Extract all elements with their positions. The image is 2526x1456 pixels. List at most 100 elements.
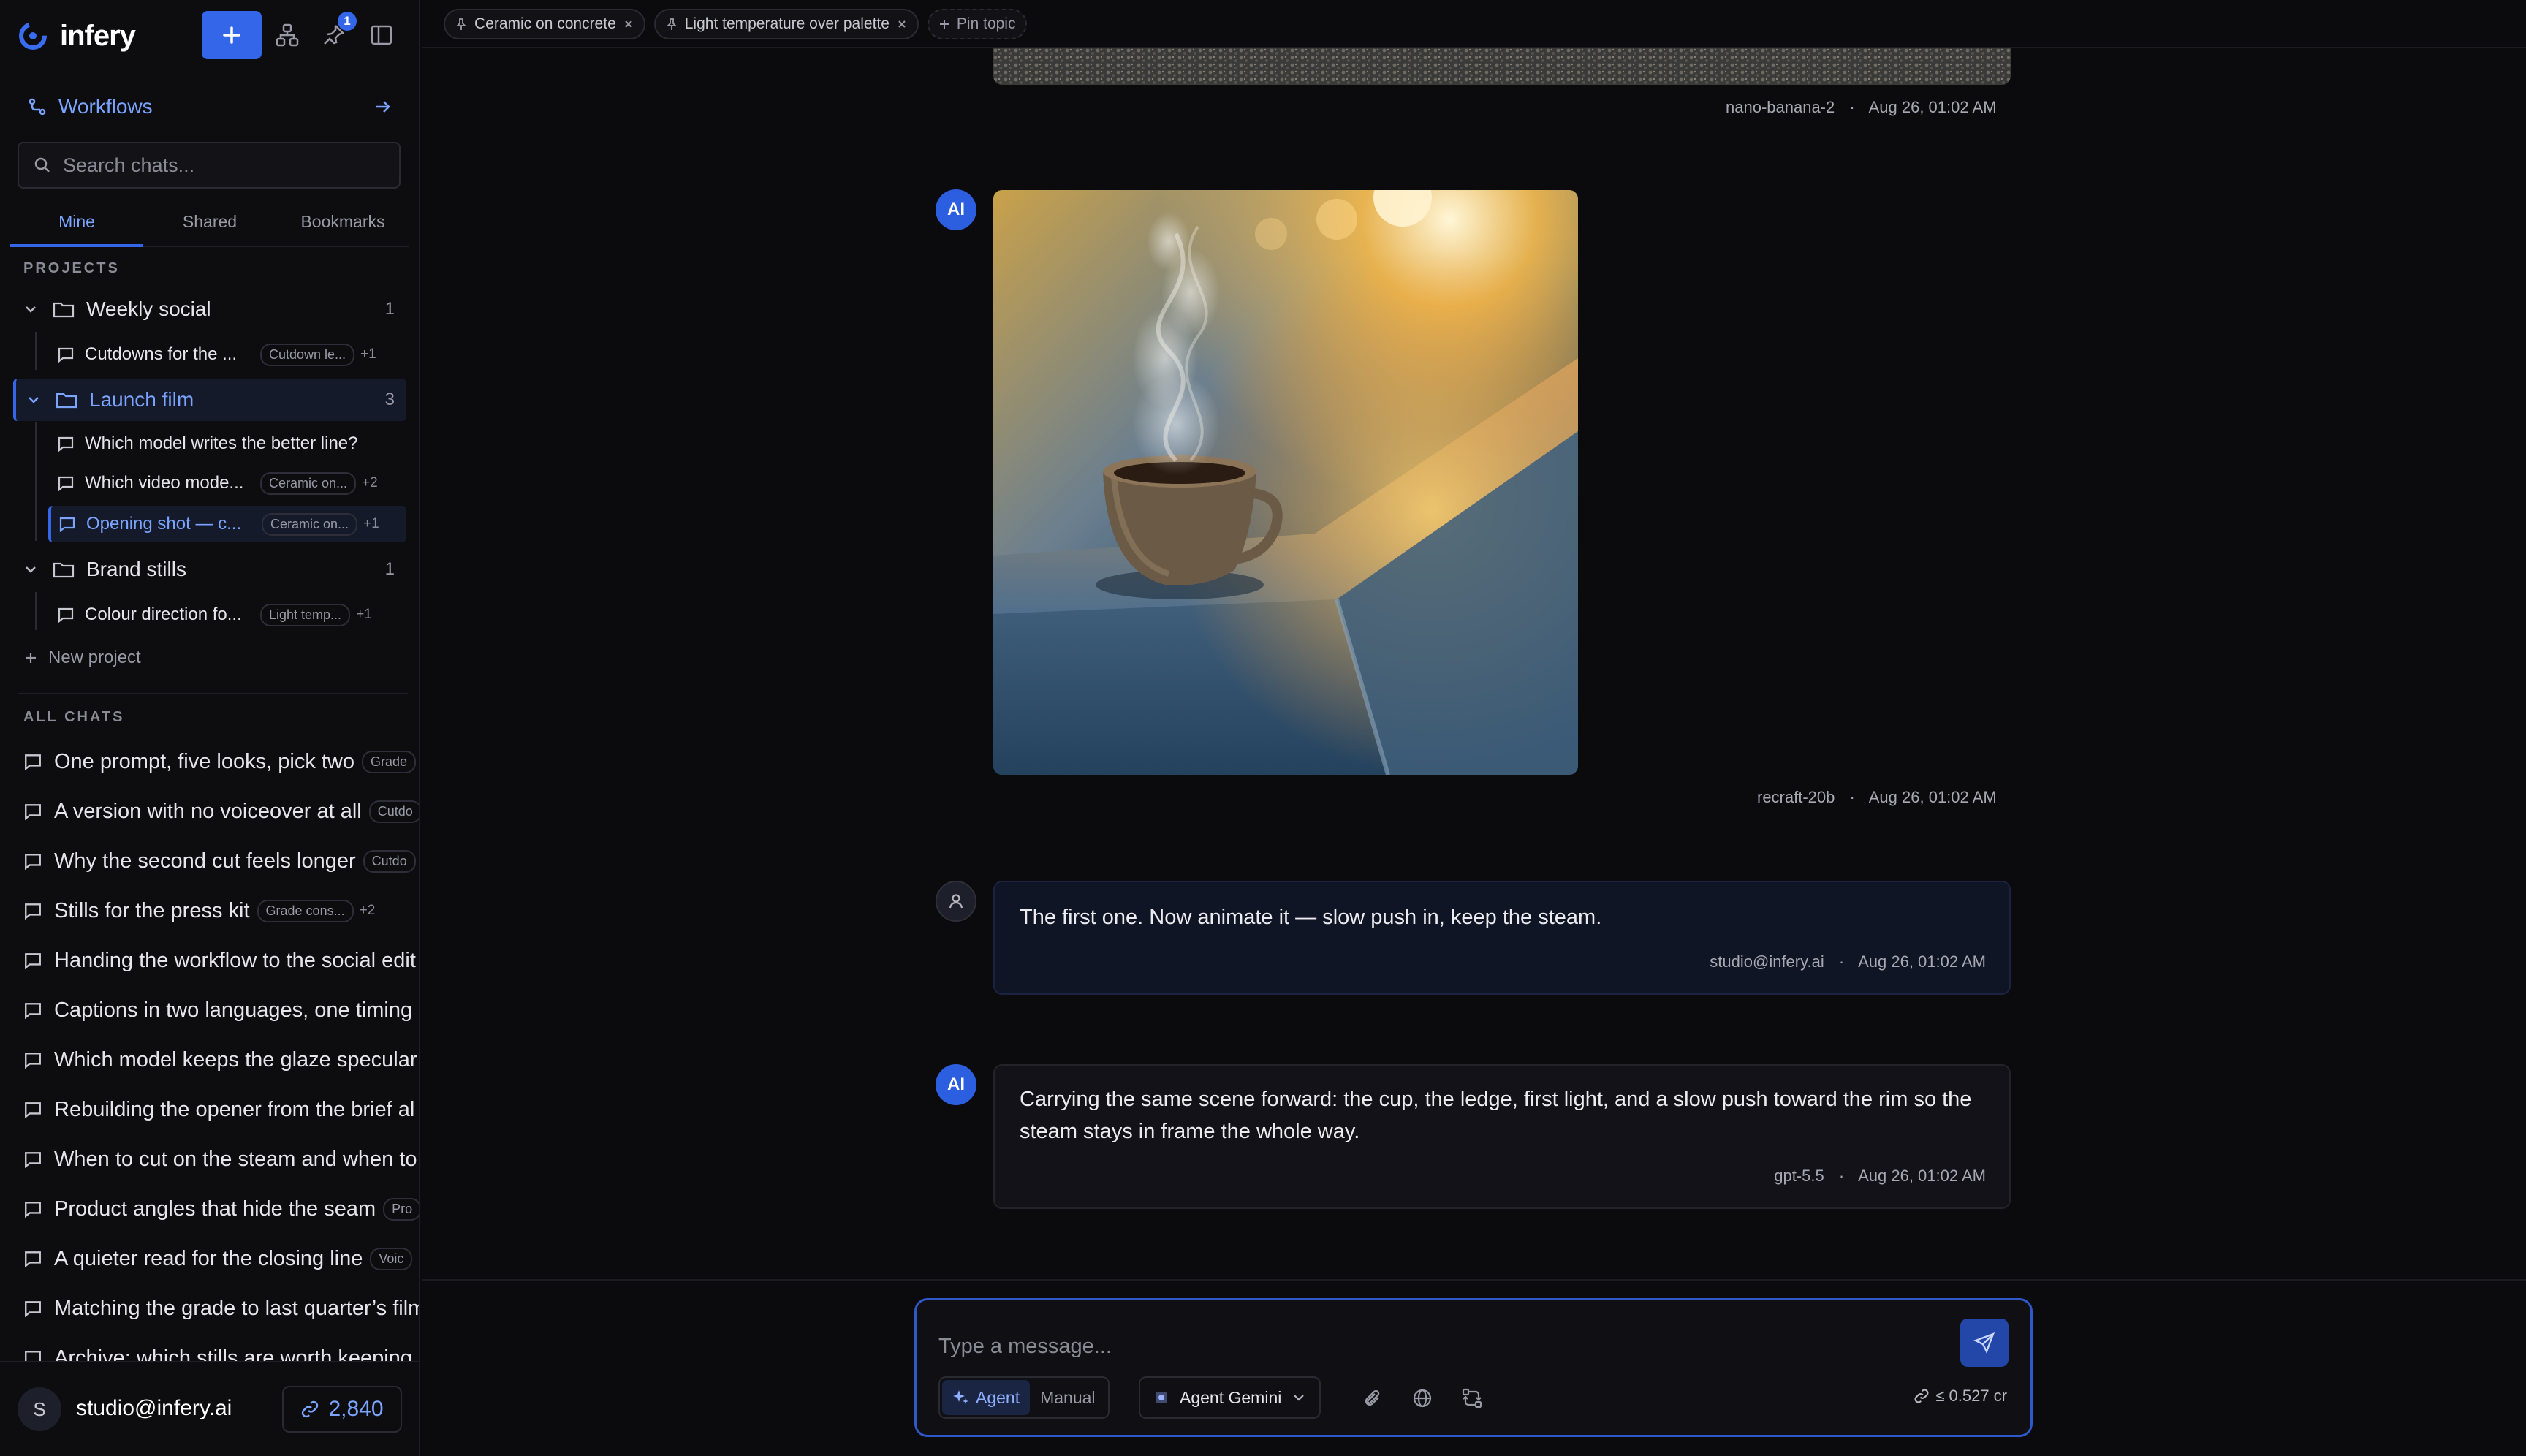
chat-list-item[interactable]: Rebuilding the opener from the brief al [23, 1089, 419, 1130]
chat-list-item[interactable]: One prompt, five looks, pick two Grade [23, 741, 419, 782]
chat-title: Rebuilding the opener from the brief al [54, 1097, 415, 1121]
cost-value: ≤ 0.527 cr [1935, 1387, 2007, 1405]
user-bar: S studio@infery.ai 2,840 [0, 1361, 419, 1456]
chat-list-item[interactable]: Which model keeps the glaze specular [23, 1039, 419, 1080]
meta-separator: · [1849, 98, 1855, 116]
web-search-button[interactable] [1409, 1385, 1435, 1411]
chat-list-item[interactable]: Captions in two languages, one timing [23, 990, 419, 1031]
chat-title: Why the second cut feels longer [54, 849, 356, 873]
cost-estimate: ≤ 0.527 cr [1914, 1387, 2007, 1406]
chat-list-item[interactable]: Matching the grade to last quarter’s fil… [23, 1288, 420, 1329]
swap-button[interactable] [1459, 1385, 1485, 1411]
meta-time: Aug 26, 01:02 AM [1858, 1167, 1986, 1185]
chat-title: Matching the grade to last quarter’s fil… [54, 1296, 420, 1320]
plus-icon [939, 20, 949, 29]
chat-icon [25, 804, 41, 821]
coffee-cup-image [993, 190, 1578, 775]
ai-avatar: AI [936, 189, 976, 230]
chat-list-item[interactable]: Stills for the press kit Grade cons... +2 [23, 890, 419, 931]
chat-list-item[interactable]: A quieter read for the closing line Voic [23, 1238, 419, 1279]
chat-list-item[interactable]: When to cut on the steam and when to [23, 1139, 419, 1180]
chat-tag: Grade [362, 750, 417, 773]
gemini-icon [1156, 1392, 1167, 1403]
chevron-down-icon [1294, 1395, 1305, 1401]
message-meta: recraft-20b · Aug 26, 01:02 AM [1757, 788, 1997, 807]
chat-tag: Grade cons... [257, 899, 354, 922]
mode-toggle: Agent Manual [938, 1376, 1110, 1419]
model-select[interactable]: Agent Gemini [1139, 1376, 1321, 1419]
close-icon[interactable] [623, 19, 634, 29]
chat-title: Archive: which stills are worth keeping [54, 1346, 412, 1362]
user-icon [949, 894, 963, 909]
chat-list-item[interactable]: Why the second cut feels longer Cutdo [23, 841, 419, 881]
meta-model: recraft-20b [1757, 788, 1835, 806]
meta-time: Aug 26, 01:02 AM [1868, 98, 1997, 116]
generated-image-previous[interactable] [993, 48, 2011, 85]
chat-list-item[interactable]: Handing the workflow to the social edit [23, 940, 419, 981]
close-icon[interactable] [897, 19, 907, 29]
link-icon [1914, 1389, 1929, 1403]
chat-list-item[interactable]: Product angles that hide the seam Pro [23, 1188, 419, 1229]
meta-model: gpt-5.5 [1774, 1167, 1824, 1185]
composer: Agent Manual Agent Gemini ≤ 0.527 cr [914, 1298, 2033, 1437]
pin-topic-label: Pin topic [956, 15, 1016, 32]
chat-icon [25, 1053, 41, 1069]
generated-image[interactable] [993, 190, 1578, 775]
chat-tag: Pro [383, 1197, 419, 1221]
chat-icon [25, 1003, 41, 1020]
pinned-topic-label: Light temperature over palette [684, 15, 890, 32]
chat-icon [25, 1152, 41, 1169]
ai-avatar: AI [936, 1064, 976, 1105]
chat-title: Which model keeps the glaze specular [54, 1047, 417, 1072]
meta-separator: · [1838, 1167, 1845, 1185]
attach-button[interactable] [1359, 1385, 1386, 1411]
chat-icon [25, 754, 41, 771]
model-select-label: Agent Gemini [1180, 1387, 1282, 1407]
chat-icon [25, 1251, 41, 1268]
chat-title: Handing the workflow to the social edit [54, 948, 416, 972]
send-icon [1973, 1332, 1995, 1354]
mode-agent[interactable]: Agent [942, 1380, 1031, 1415]
chat-title: When to cut on the steam and when to [54, 1147, 417, 1171]
message-text: Carrying the same scene forward: the cup… [1020, 1088, 1972, 1143]
sparkle-icon [953, 1390, 968, 1404]
meta-time: Aug 26, 01:02 AM [1868, 788, 1997, 806]
message-meta: studio@infery.ai · Aug 26, 01:02 AM [1710, 952, 1986, 971]
meta-author: studio@infery.ai [1710, 952, 1824, 971]
chat-title: A quieter read for the closing line [54, 1246, 363, 1270]
chat-title: Captions in two languages, one timing [54, 998, 413, 1022]
chat-main: Ceramic on concrete Light temperature ov… [422, 0, 2526, 1456]
chat-tag: Cutdo [363, 849, 416, 873]
sidebar: infery 1 Workflows Min [0, 0, 420, 1456]
credits-button[interactable]: 2,840 [282, 1386, 402, 1433]
message-input[interactable] [938, 1328, 1918, 1365]
chat-tag: Voic [370, 1247, 413, 1270]
pinned-topic-chip[interactable]: Light temperature over palette [653, 9, 919, 39]
pinned-topic-label: Ceramic on concrete [474, 15, 616, 32]
chat-icon [25, 903, 41, 920]
pin-topic-button[interactable]: Pin topic [927, 9, 1028, 39]
chat-icon [25, 1301, 41, 1318]
meta-separator: · [1838, 952, 1845, 971]
chat-list-item[interactable]: A version with no voiceover at all Cutdo [23, 791, 419, 832]
chat-list-item[interactable]: Archive: which stills are worth keeping [23, 1338, 419, 1362]
credits-value: 2,840 [328, 1397, 384, 1421]
user-email[interactable]: studio@infery.ai [76, 1396, 232, 1421]
send-button[interactable] [1960, 1319, 2009, 1367]
pin-icon [666, 18, 677, 30]
avatar[interactable]: S [18, 1387, 61, 1431]
chat-icon [25, 854, 41, 871]
all-chats-list: One prompt, five looks, pick two Grade A v… [0, 0, 420, 1362]
meta-separator: · [1849, 788, 1855, 806]
ai-message: Carrying the same scene forward: the cup… [993, 1064, 2011, 1209]
user-avatar [936, 881, 976, 922]
chat-icon [25, 1351, 41, 1361]
mode-manual[interactable]: Manual [1030, 1380, 1105, 1415]
message-meta: gpt-5.5 · Aug 26, 01:02 AM [1774, 1167, 1986, 1186]
pinned-topic-chip[interactable]: Ceramic on concrete [444, 9, 645, 39]
chat-tag-extra: +2 [359, 903, 376, 918]
chat-title: A version with no voiceover at all [54, 799, 362, 823]
chat-tag: Cutdo [368, 800, 419, 823]
message-text: The first one. Now animate it — slow pus… [1020, 906, 1602, 929]
meta-model: nano-banana-2 [1726, 98, 1835, 116]
